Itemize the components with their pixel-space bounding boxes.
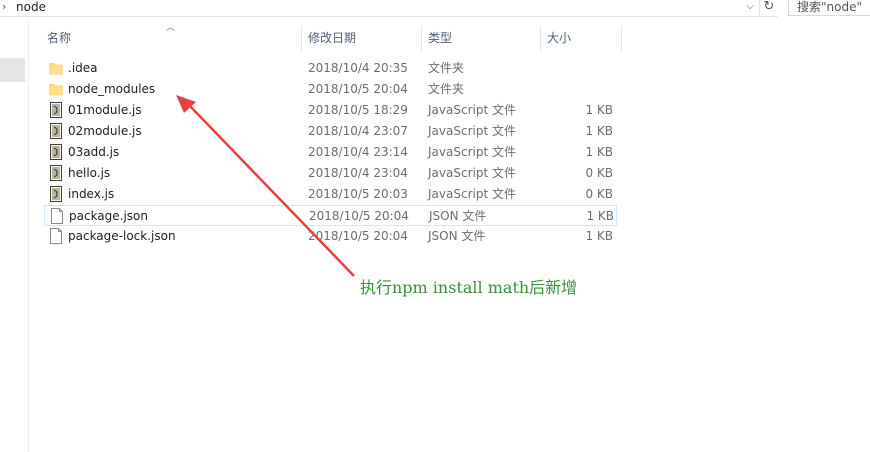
annotation-text: 执行npm install math后新增 <box>360 278 578 297</box>
file-date: 2018/10/4 23:04 <box>308 166 408 180</box>
file-date: 2018/10/4 23:07 <box>308 124 408 138</box>
search-input[interactable]: 搜索"node" <box>788 0 870 16</box>
file-row[interactable]: package-lock.json 2018/10/5 20:04 JSON 文件 1… <box>44 226 617 247</box>
file-date: 2018/10/5 18:29 <box>308 103 408 117</box>
json-file-icon <box>49 208 65 224</box>
file-size <box>547 58 613 79</box>
js-file-icon <box>48 186 64 202</box>
file-type: 文件夹 <box>428 61 465 75</box>
nav-pane-selected-item[interactable] <box>0 58 25 82</box>
file-name[interactable]: .idea <box>68 58 98 79</box>
file-row[interactable]: 01module.js 2018/10/5 18:29 JavaScript 文件 1… <box>44 100 617 121</box>
file-type: JavaScript 文件 <box>428 103 516 117</box>
file-name[interactable]: index.js <box>68 184 114 205</box>
file-row[interactable]: node_modules 2018/10/5 20:04 文件夹 <box>44 79 617 100</box>
file-type: JavaScript 文件 <box>428 124 516 138</box>
file-type: JavaScript 文件 <box>428 145 516 159</box>
folder-icon <box>48 60 64 76</box>
column-type[interactable]: 类型 <box>421 26 540 52</box>
file-name[interactable]: 02module.js <box>68 121 142 142</box>
file-size: 1 KB <box>585 145 613 159</box>
file-size: 1 KB <box>585 229 613 243</box>
file-row[interactable]: index.js 2018/10/5 20:03 JavaScript 文件 0 KB <box>44 184 617 205</box>
file-type: JavaScript 文件 <box>428 187 516 201</box>
navigation-pane <box>0 18 29 452</box>
chevron-right-icon[interactable]: › <box>2 0 6 14</box>
file-row[interactable]: package.json 2018/10/5 20:04 JSON 文件 1 KB <box>44 205 617 226</box>
file-date: 2018/10/5 20:04 <box>308 82 408 96</box>
file-row[interactable]: .idea 2018/10/4 20:35 文件夹 <box>44 58 617 79</box>
json-file-icon <box>48 228 64 244</box>
file-row[interactable]: 03add.js 2018/10/4 23:14 JavaScript 文件 1 KB <box>44 142 617 163</box>
file-date: 2018/10/5 20:03 <box>308 187 408 201</box>
column-divider[interactable] <box>621 26 622 52</box>
file-size: 0 KB <box>585 187 613 201</box>
file-type: 文件夹 <box>428 82 465 96</box>
column-name[interactable]: 名称 <box>40 26 301 52</box>
file-name[interactable]: package-lock.json <box>68 226 176 247</box>
file-row[interactable]: 02module.js 2018/10/4 23:07 JavaScript 文件 1… <box>44 121 617 142</box>
chevron-down-icon[interactable]: ⌵ <box>742 0 758 16</box>
file-size: 1 KB <box>585 103 613 117</box>
file-size: 1 KB <box>585 124 613 138</box>
file-size: 1 KB <box>586 209 614 223</box>
file-name[interactable]: package.json <box>69 206 148 227</box>
file-size <box>547 79 613 100</box>
folder-icon <box>48 81 64 97</box>
file-date: 2018/10/4 23:14 <box>308 145 408 159</box>
column-date[interactable]: 修改日期 <box>301 26 421 52</box>
file-row[interactable]: hello.js 2018/10/4 23:04 JavaScript 文件 0 KB <box>44 163 617 184</box>
js-file-icon <box>48 165 64 181</box>
file-type: JavaScript 文件 <box>428 166 516 180</box>
file-date: 2018/10/5 20:04 <box>309 209 409 223</box>
js-file-icon <box>48 144 64 160</box>
file-size: 0 KB <box>585 166 613 180</box>
file-type: JSON 文件 <box>429 209 487 223</box>
file-name[interactable]: node_modules <box>68 79 155 100</box>
file-name[interactable]: 03add.js <box>68 142 119 163</box>
file-name[interactable]: hello.js <box>68 163 110 184</box>
file-date: 2018/10/4 20:35 <box>308 61 408 75</box>
address-path[interactable]: node <box>16 0 46 14</box>
file-type: JSON 文件 <box>428 229 486 243</box>
address-bar: › node ⌵ ↻ 搜索"node" <box>0 0 870 17</box>
address-field[interactable]: › node ⌵ ↻ <box>0 0 778 17</box>
column-size[interactable]: 大小 <box>540 26 621 52</box>
file-name[interactable]: 01module.js <box>68 100 142 121</box>
js-file-icon <box>48 123 64 139</box>
file-date: 2018/10/5 20:04 <box>308 229 408 243</box>
refresh-icon[interactable]: ↻ <box>759 0 778 16</box>
js-file-icon <box>48 102 64 118</box>
